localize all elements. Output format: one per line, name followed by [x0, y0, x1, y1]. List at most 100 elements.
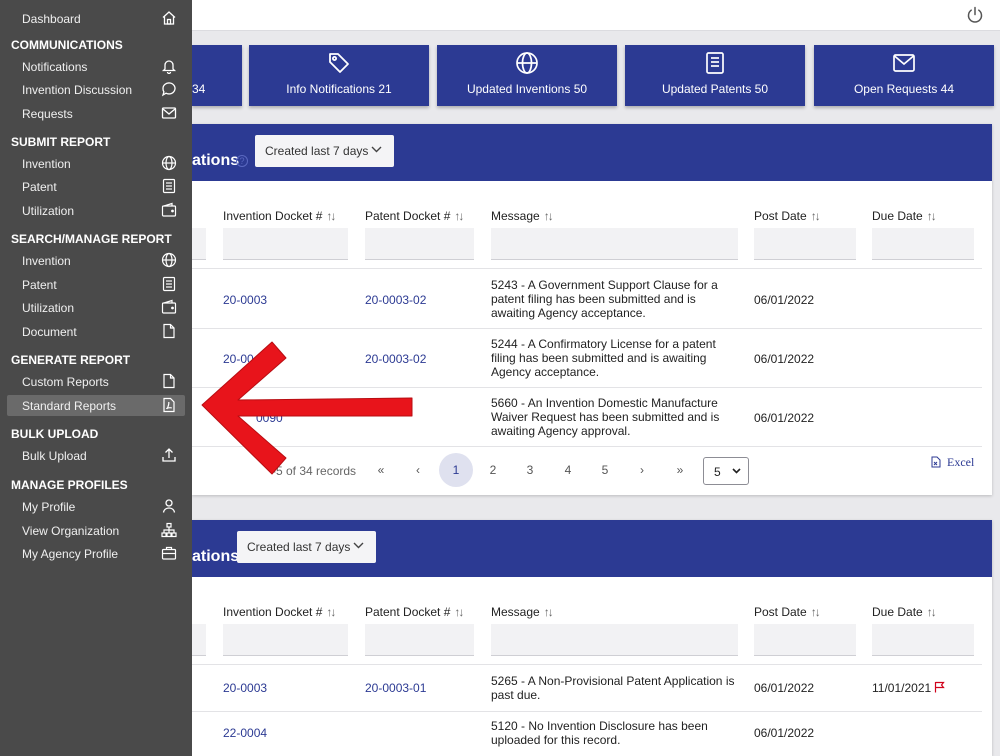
column-header-patent-docket[interactable]: Patent Docket # ↑↓ [365, 605, 464, 619]
sidebar-item-search-document[interactable]: Document [7, 321, 185, 342]
sidebar-item-label: View Organization [22, 524, 120, 538]
message-text: 5243 - A Government Support Clause for a… [491, 278, 718, 320]
invention-docket-link[interactable]: 20-0003 [223, 293, 267, 307]
period-dropdown-value: Created last 7 days [247, 540, 351, 554]
chevron-down-icon [371, 146, 382, 153]
sort-icon[interactable]: ↑↓ [326, 209, 336, 223]
column-header-post-date[interactable]: Post Date ↑↓ [754, 605, 821, 619]
sidebar-item-standard-reports[interactable]: Standard Reports [7, 395, 185, 416]
chevron-down-icon [732, 468, 741, 474]
filter-post-date[interactable] [754, 228, 856, 260]
sidebar-item-invention-discussion[interactable]: Invention Discussion [7, 79, 185, 100]
sidebar-item-my-agency-profile[interactable]: My Agency Profile [7, 543, 185, 564]
flag-icon [935, 681, 945, 693]
sidebar-item-my-profile[interactable]: My Profile [7, 496, 185, 517]
post-date: 06/01/2022 [754, 726, 815, 740]
filter-due-date[interactable] [872, 228, 974, 260]
sort-icon[interactable]: ↑↓ [454, 605, 464, 619]
invention-docket-link[interactable]: 20-0003 [223, 681, 267, 695]
excel-export-button[interactable]: Excel [931, 455, 974, 470]
patent-docket-link[interactable]: 20-0003-01 [365, 681, 426, 695]
sidebar-item-submit-invention[interactable]: Invention [7, 153, 185, 174]
tile-open-requests[interactable]: Open Requests 44 [814, 45, 994, 106]
divider [192, 268, 982, 269]
sidebar-item-search-invention[interactable]: Invention [7, 250, 185, 271]
sidebar-item-label: Invention [22, 254, 71, 268]
card-title: ations [192, 152, 240, 169]
filter-post-date[interactable] [754, 624, 856, 656]
sidebar-item-submit-utilization[interactable]: Utilization [7, 200, 185, 221]
page-button[interactable]: 5 [588, 453, 622, 487]
sidebar-item-label: Patent [22, 180, 57, 194]
period-dropdown[interactable]: Created last 7 days [255, 135, 394, 167]
sidebar-item-label: Standard Reports [22, 399, 117, 413]
tile-label: Updated Patents 50 [661, 82, 769, 96]
tile-notifications[interactable]: 34 [192, 45, 242, 106]
sidebar-item-label: Utilization [22, 204, 75, 218]
excel-label: Excel [947, 455, 975, 469]
filter-patent-docket[interactable] [365, 624, 474, 656]
sort-icon[interactable]: ↑↓ [927, 209, 937, 223]
page-button[interactable]: 3 [513, 453, 547, 487]
tile-updated-patents[interactable]: Updated Patents 50 [625, 45, 805, 106]
envelope-icon [161, 107, 177, 119]
period-dropdown-value: Created last 7 days [265, 144, 369, 158]
filter-message[interactable] [491, 624, 738, 656]
sort-icon[interactable]: ↑↓ [454, 209, 464, 223]
sort-icon[interactable]: ↑↓ [326, 605, 336, 619]
home-icon [162, 11, 176, 25]
sidebar-item-search-utilization[interactable]: Utilization [7, 297, 185, 318]
page-button[interactable]: 2 [476, 453, 510, 487]
filter-invention-docket[interactable] [223, 624, 348, 656]
column-header-due-date[interactable]: Due Date ↑↓ [872, 209, 937, 223]
post-date: 06/01/2022 [754, 681, 815, 695]
filter-invention-docket[interactable] [223, 228, 348, 260]
column-header-label: Post Date [754, 605, 807, 619]
sidebar-section-manage-profiles: MANAGE PROFILES [11, 478, 128, 492]
sidebar-item-bulk-upload[interactable]: Bulk Upload [7, 445, 185, 466]
sidebar: Dashboard COMMUNICATIONS Notifications I… [0, 0, 192, 756]
sidebar-item-label: Invention Discussion [22, 83, 133, 97]
sidebar-item-submit-patent[interactable]: Patent [7, 176, 185, 197]
filter-input[interactable] [192, 624, 206, 656]
column-header-post-date[interactable]: Post Date ↑↓ [754, 209, 821, 223]
page-size-select[interactable]: 5 [703, 457, 749, 485]
column-header-invention-docket[interactable]: Invention Docket # ↑↓ [223, 209, 336, 223]
sidebar-item-label: Bulk Upload [22, 449, 87, 463]
page-button[interactable]: 1 [439, 453, 473, 487]
filter-patent-docket[interactable] [365, 228, 474, 260]
invention-docket-link[interactable]: 22-0004 [223, 726, 267, 740]
column-header-due-date[interactable]: Due Date ↑↓ [872, 605, 937, 619]
help-icon[interactable]: ? [236, 155, 248, 167]
power-icon[interactable] [966, 6, 984, 24]
column-header-invention-docket[interactable]: Invention Docket # ↑↓ [223, 605, 336, 619]
due-date-value: 11/01/2021 [872, 681, 932, 695]
sidebar-item-dashboard[interactable]: Dashboard [7, 8, 185, 29]
upload-icon [162, 448, 176, 462]
sort-icon[interactable]: ↑↓ [811, 209, 821, 223]
sidebar-item-custom-reports[interactable]: Custom Reports [7, 371, 185, 392]
column-header-patent-docket[interactable]: Patent Docket # ↑↓ [365, 209, 464, 223]
sidebar-section-search-manage: SEARCH/MANAGE REPORT [11, 232, 172, 246]
sidebar-item-notifications[interactable]: Notifications [7, 56, 185, 77]
sort-icon[interactable]: ↑↓ [927, 605, 937, 619]
sort-icon[interactable]: ↑↓ [811, 605, 821, 619]
column-header-message[interactable]: Message ↑↓ [491, 605, 554, 619]
sort-icon[interactable]: ↑↓ [544, 605, 554, 619]
period-dropdown[interactable]: Created last 7 days [237, 531, 376, 563]
sidebar-item-requests[interactable]: Requests [7, 103, 185, 124]
tile-updated-inventions[interactable]: Updated Inventions 50 [437, 45, 617, 106]
next-page-button[interactable]: › [625, 453, 659, 487]
filter-message[interactable] [491, 228, 738, 260]
sidebar-item-search-patent[interactable]: Patent [7, 274, 185, 295]
page-button[interactable]: 4 [551, 453, 585, 487]
filter-input[interactable] [192, 228, 206, 260]
sidebar-item-view-organization[interactable]: View Organization [7, 520, 185, 541]
last-page-button[interactable]: » [663, 453, 697, 487]
tile-info-notifications[interactable]: Info Notifications 21 [249, 45, 429, 106]
sort-icon[interactable]: ↑↓ [544, 209, 554, 223]
column-header-message[interactable]: Message ↑↓ [491, 209, 554, 223]
patent-docket-link[interactable]: 20-0003-02 [365, 293, 426, 307]
file-icon [163, 373, 175, 389]
filter-due-date[interactable] [872, 624, 974, 656]
